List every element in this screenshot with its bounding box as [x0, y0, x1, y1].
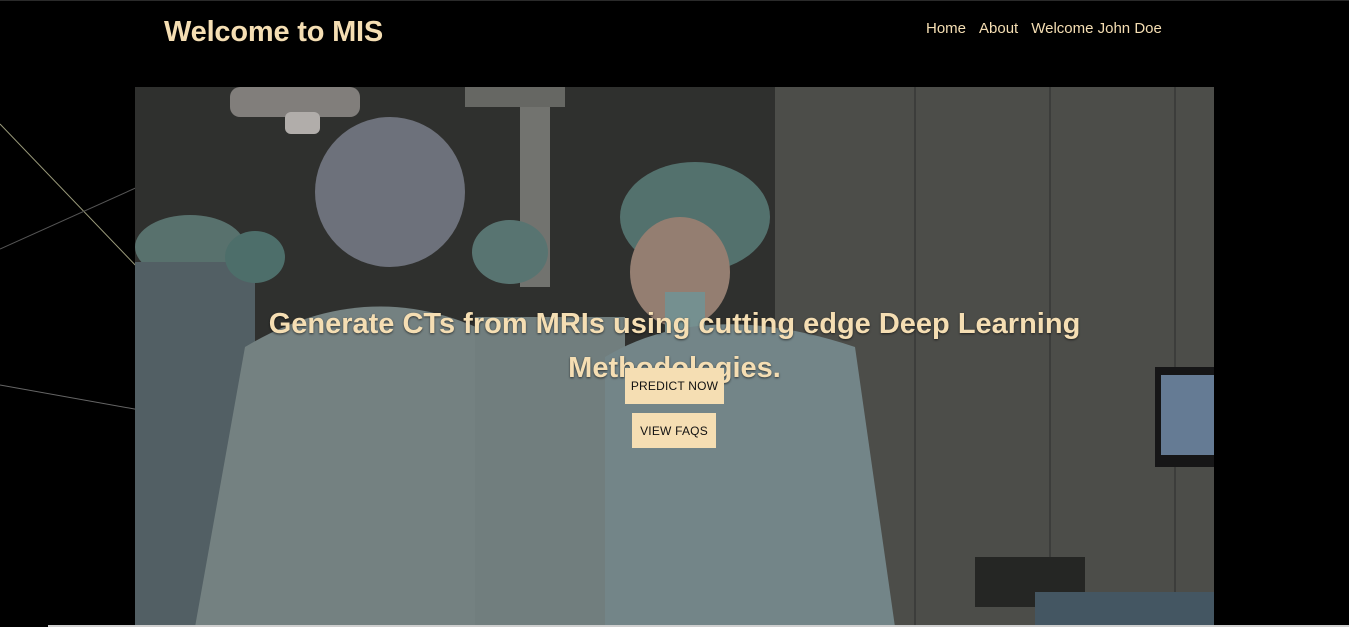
nav-about[interactable]: About [979, 20, 1018, 37]
main-nav: Home About Welcome John Doe [926, 20, 1162, 37]
nav-home[interactable]: Home [926, 20, 966, 37]
brand-title[interactable]: Welcome to MIS [164, 16, 383, 49]
predict-now-button[interactable]: PREDICT NOW [625, 368, 724, 404]
hero-section: Generate CTs from MRIs using cutting edg… [135, 87, 1214, 627]
view-faqs-button[interactable]: VIEW FAQS [632, 413, 716, 448]
nav-user-welcome[interactable]: Welcome John Doe [1031, 20, 1162, 37]
